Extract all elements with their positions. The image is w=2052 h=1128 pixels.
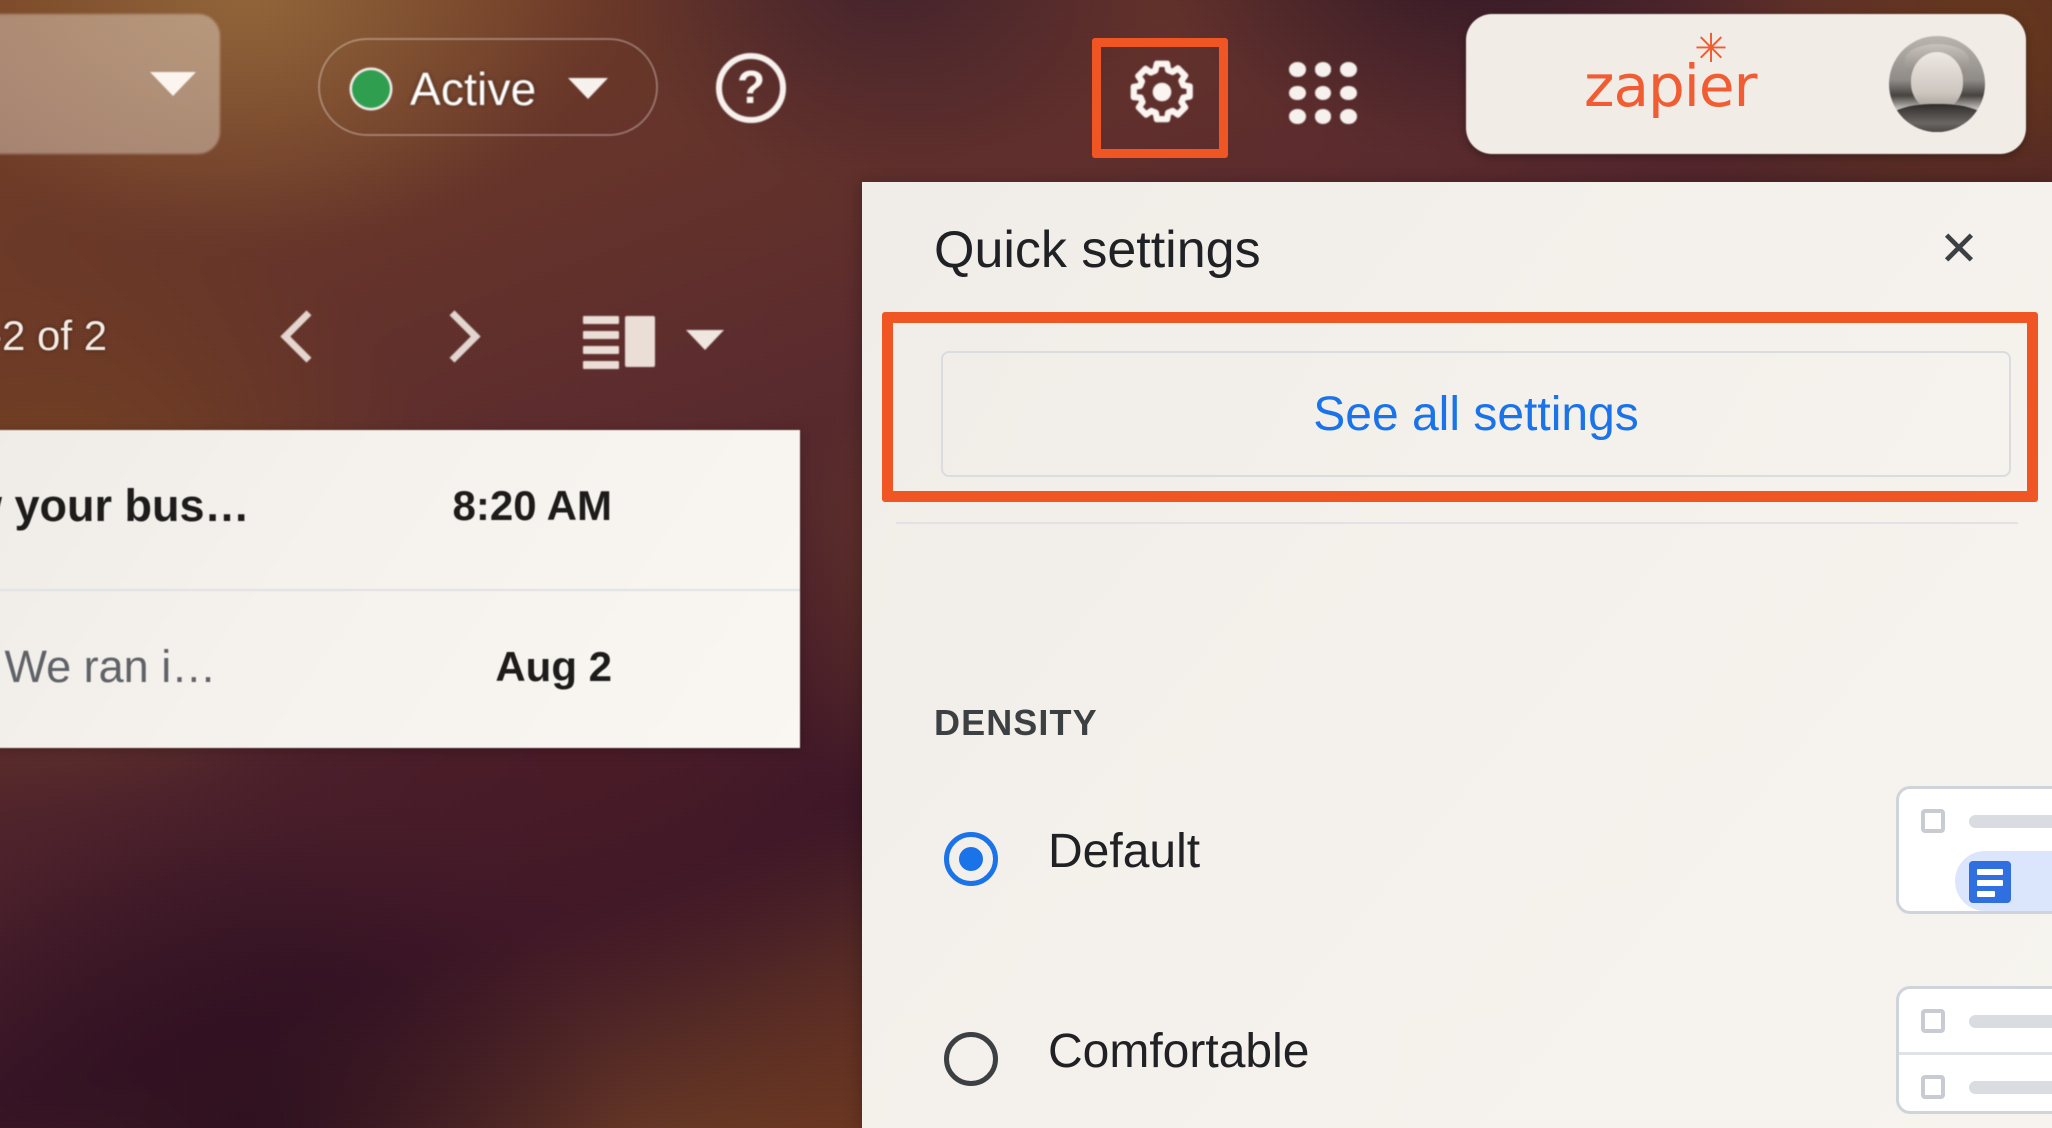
- help-circle-icon[interactable]: ?: [716, 53, 786, 123]
- radio-comfortable[interactable]: [944, 1032, 998, 1086]
- avatar-shoulders: [1889, 104, 1985, 132]
- density-option-default[interactable]: Default: [862, 782, 2052, 962]
- gear-icon[interactable]: [1126, 56, 1198, 128]
- checkbox-icon: [1921, 1075, 1945, 1099]
- mail-subject: p! - We ran i…: [0, 641, 216, 693]
- density-preview-comfortable: [1896, 986, 2052, 1114]
- chevron-left-icon[interactable]: [284, 310, 318, 366]
- mail-time: Aug 2: [495, 643, 612, 690]
- chevron-down-icon[interactable]: [568, 78, 608, 99]
- preview-bar: [1969, 1015, 2052, 1028]
- mail-count-label: -2 of 2: [0, 312, 108, 359]
- mail-snippet: - We ran i…: [0, 641, 217, 692]
- density-option-label: Comfortable: [1048, 1025, 1310, 1078]
- apps-grid-icon[interactable]: [1289, 62, 1357, 124]
- status-label: Active: [410, 63, 537, 115]
- chevron-right-icon[interactable]: [432, 310, 466, 366]
- close-icon[interactable]: ✕: [1932, 226, 1986, 280]
- density-heading: DENSITY: [934, 702, 1098, 743]
- avatar[interactable]: [1889, 36, 1985, 132]
- see-all-settings-button[interactable]: See all settings: [941, 351, 2011, 477]
- chevron-down-icon[interactable]: [686, 330, 724, 350]
- density-option-label: Default: [1048, 825, 1201, 878]
- see-all-settings-label: See all settings: [1313, 387, 1639, 441]
- split-pane-block: [625, 316, 655, 367]
- table-row[interactable]: row your bus… 8:20 AM: [0, 430, 800, 589]
- split-pane-bars: [583, 316, 619, 376]
- preview-row: [1899, 989, 2052, 1052]
- avatar-face: [1911, 52, 1963, 110]
- density-preview-default: [1896, 786, 2052, 914]
- chevron-down-icon[interactable]: [150, 72, 196, 96]
- preview-bar: [1969, 815, 2052, 828]
- preview-row: [1899, 789, 2052, 852]
- mail-subject-text: row your bus…: [0, 480, 250, 531]
- checkbox-icon: [1921, 1009, 1945, 1033]
- checkbox-icon: [1921, 809, 1945, 833]
- see-all-settings-highlight-box: See all settings: [882, 312, 2038, 502]
- status-dot-icon: [352, 70, 390, 108]
- quick-settings-panel: Quick settings ✕ See all settings DENSIT…: [862, 182, 2052, 1128]
- top-bar: Active ? ✳ zapier: [0, 0, 2052, 180]
- preview-row: [1899, 1052, 2052, 1111]
- table-row[interactable]: p! - We ran i… Aug 2: [0, 589, 800, 748]
- split-pane-icon[interactable]: [583, 312, 661, 369]
- document-lines-icon: [1969, 861, 2011, 903]
- app-root: Active ? ✳ zapier -2 of 2: [0, 0, 2052, 1128]
- zapier-logo: zapier: [1584, 52, 1757, 120]
- radio-default[interactable]: [944, 832, 998, 886]
- quick-settings-header: Quick settings ✕: [862, 182, 2052, 312]
- page-title: Quick settings: [934, 221, 1261, 279]
- divider: [896, 522, 2018, 524]
- preview-bar: [1969, 1081, 2052, 1094]
- mail-subject: row your bus…: [0, 480, 250, 532]
- mail-list: row your bus… 8:20 AM p! - We ran i… Aug…: [0, 430, 800, 748]
- help-glyph: ?: [736, 61, 766, 113]
- density-option-comfortable[interactable]: Comfortable: [862, 982, 2052, 1128]
- mail-time: 8:20 AM: [452, 482, 613, 529]
